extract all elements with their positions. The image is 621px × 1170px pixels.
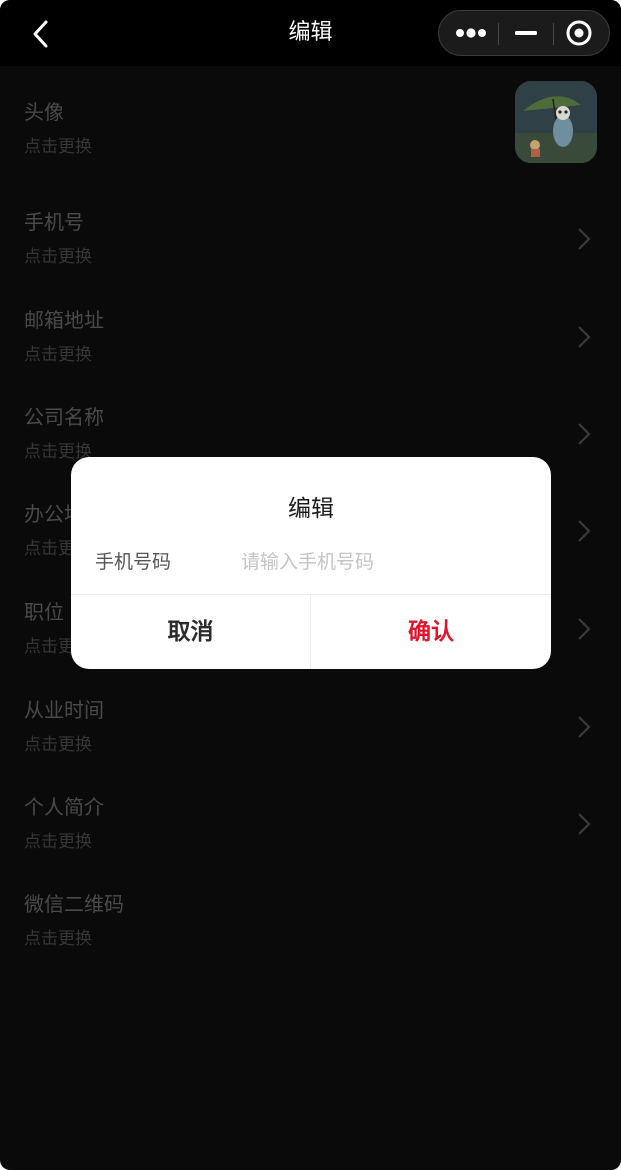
chevron-right-icon — [578, 228, 591, 250]
chevron-right-icon — [578, 423, 591, 445]
row-label: 手机号 — [24, 210, 84, 234]
row-wechat-qrcode[interactable]: 微信二维码 点击更换 — [0, 872, 621, 968]
chevron-right-icon — [578, 813, 591, 835]
capsule-divider — [498, 23, 499, 45]
avatar[interactable] — [515, 81, 597, 163]
row-email[interactable]: 邮箱地址 点击更换 — [0, 288, 621, 384]
target-circle-icon — [566, 20, 592, 46]
minimize-button[interactable] — [501, 11, 553, 55]
row-hint: 点击更换 — [24, 247, 92, 267]
more-dots-icon — [456, 28, 486, 38]
chevron-right-icon — [578, 326, 591, 348]
more-button[interactable] — [445, 11, 497, 55]
row-hint: 点击更换 — [24, 345, 92, 365]
avatar-image — [515, 81, 597, 163]
app-frame: 编辑 头像 点击更换 手机号 点击更换 邮箱地址 点击更换 公司名称 点击更换 … — [0, 0, 621, 1170]
phone-number-input[interactable] — [241, 545, 521, 579]
chevron-right-icon — [578, 520, 591, 542]
row-hint: 点击更换 — [24, 832, 92, 852]
edit-dialog: 编辑 手机号码 取消 确认 — [71, 457, 551, 669]
confirm-button[interactable]: 确认 — [311, 595, 551, 669]
row-hint: 点击更换 — [24, 137, 92, 157]
capsule-divider — [553, 23, 554, 45]
cancel-button[interactable]: 取消 — [71, 595, 310, 669]
chevron-right-icon — [578, 716, 591, 738]
row-label: 微信二维码 — [24, 892, 124, 916]
row-label: 头像 — [24, 100, 64, 124]
row-label: 公司名称 — [24, 405, 104, 429]
chevron-right-icon — [578, 618, 591, 640]
row-label: 邮箱地址 — [24, 308, 104, 332]
row-hint: 点击更换 — [24, 929, 92, 949]
phone-field-label: 手机号码 — [95, 551, 172, 573]
row-working-years[interactable]: 从业时间 点击更换 — [0, 678, 621, 774]
dialog-title: 编辑 — [288, 496, 334, 522]
capsule-menu — [438, 10, 610, 56]
row-hint: 点击更换 — [24, 735, 92, 755]
row-label: 个人简介 — [24, 795, 104, 819]
minimize-icon — [515, 31, 537, 35]
close-miniprogram-button[interactable] — [555, 11, 607, 55]
row-phone[interactable]: 手机号 点击更换 — [0, 190, 621, 286]
row-bio[interactable]: 个人简介 点击更换 — [0, 775, 621, 871]
nav-bar: 编辑 — [0, 0, 621, 66]
row-label: 职位 — [24, 600, 64, 624]
row-label: 从业时间 — [24, 698, 104, 722]
